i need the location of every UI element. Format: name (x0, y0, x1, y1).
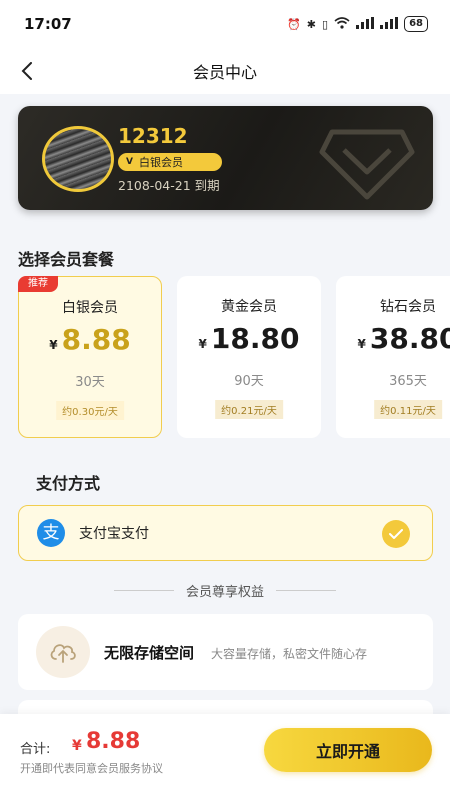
plan-name: 黄金会员 (221, 299, 277, 315)
member-level: 白银会员 (138, 156, 183, 169)
avatar[interactable] (42, 126, 114, 192)
back-button[interactable] (14, 58, 40, 84)
diamond-watermark-icon (319, 129, 415, 200)
total-label: 合计: (20, 742, 51, 757)
plan-card-gold[interactable]: 黄金会员 ¥ 18.80 90天 约0.21元/天 (177, 276, 321, 438)
status-bar: 17:07 ⏰ ✱ ▯ 68 (0, 0, 450, 48)
agreement-link[interactable]: 开通即代表同意会员服务协议 (20, 760, 163, 776)
chevron-left-icon (21, 62, 32, 80)
plan-list: 推荐 白银会员 ¥ 8.88 30天 约0.30元/天 黄金会员 ¥ 18.80… (18, 276, 450, 440)
signal-icon-2 (380, 16, 399, 32)
plan-duration: 90天 (234, 374, 264, 389)
username: 12312 (118, 124, 188, 148)
alipay-icon: 支 (37, 519, 65, 547)
nav-bar: 会员中心 (0, 48, 450, 94)
cloud-upload-icon (50, 644, 76, 663)
signal-icon-1 (356, 16, 375, 32)
alarm-icon: ⏰ (287, 17, 301, 31)
plan-card-diamond[interactable]: 钻石会员 ¥ 38.80 365天 约0.11元/天 (336, 276, 450, 438)
plan-price-amount: 38.80 (369, 322, 450, 355)
plan-card-silver[interactable]: 推荐 白银会员 ¥ 8.88 30天 约0.30元/天 (18, 276, 162, 438)
currency-symbol: ¥ (198, 337, 207, 351)
benefits-title: 会员尊享权益 (185, 584, 264, 600)
payment-option-alipay[interactable]: 支 支付宝支付 (18, 505, 433, 561)
plan-price: ¥ 18.80 (177, 322, 321, 355)
plan-price: ¥ 38.80 (336, 322, 450, 355)
payment-method-label: 支付宝支付 (79, 526, 149, 542)
plan-name: 钻石会员 (380, 299, 436, 315)
plan-price-amount: 18.80 (210, 322, 300, 355)
total-amount: 8.88 (86, 729, 141, 754)
open-membership-button[interactable]: 立即开通 (264, 728, 432, 772)
benefit-description: 大容量存储，私密文件随心存 (211, 647, 368, 661)
wifi-icon (334, 16, 350, 32)
plan-duration: 30天 (75, 375, 105, 390)
vip-icon: V (126, 157, 133, 167)
benefit-icon-wrap (36, 626, 90, 678)
benefits-header: 会员尊享权益 (95, 580, 355, 600)
check-icon (382, 520, 410, 548)
recommend-tag: 推荐 (18, 276, 58, 292)
plan-daily-price: 约0.11元/天 (374, 400, 442, 419)
benefit-item: 无限存储空间 大容量存储，私密文件随心存 (18, 614, 433, 690)
currency-symbol: ¥ (357, 337, 366, 351)
bottom-checkout-bar: 合计: ¥ 8.88 开通即代表同意会员服务协议 立即开通 (0, 714, 450, 800)
battery-indicator: 68 (404, 16, 428, 32)
member-expiry: 2108-04-21 到期 (118, 178, 220, 193)
system-icons: ⏰ ✱ ▯ 68 (287, 16, 428, 32)
benefit-title: 无限存储空间 (104, 644, 195, 662)
bluetooth-icon: ✱ (306, 17, 317, 31)
plan-daily-price: 约0.21元/天 (215, 400, 283, 419)
plans-section-title: 选择会员套餐 (18, 250, 115, 269)
plan-name: 白银会员 (62, 300, 118, 316)
plan-daily-price: 约0.30元/天 (56, 401, 124, 420)
plan-price: ¥ 8.88 (19, 323, 161, 356)
member-level-badge: V 白银会员 (118, 153, 222, 171)
plan-duration: 365天 (389, 374, 427, 389)
status-time: 17:07 (24, 15, 72, 33)
total-currency: ¥ (72, 738, 82, 754)
currency-symbol: ¥ (49, 338, 58, 352)
payment-section-title: 支付方式 (36, 474, 101, 493)
vibrate-icon: ▯ (322, 17, 329, 31)
divider-line (113, 589, 174, 591)
page-title: 会员中心 (192, 63, 257, 82)
plan-price-amount: 8.88 (61, 323, 131, 356)
divider-line (276, 589, 336, 591)
